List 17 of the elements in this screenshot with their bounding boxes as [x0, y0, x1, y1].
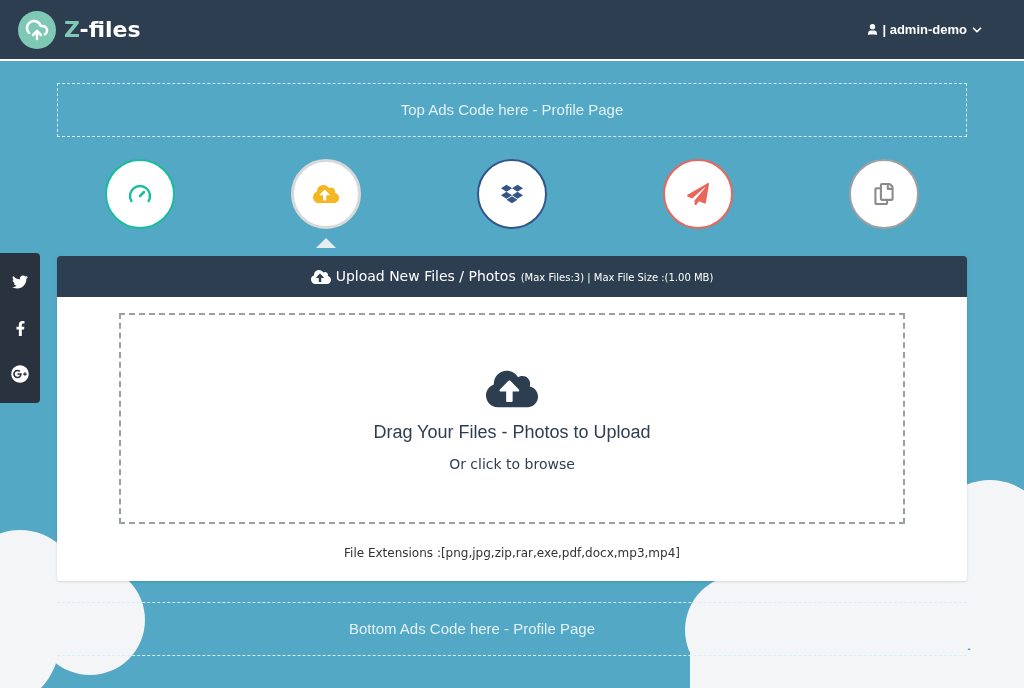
logo-text: Z-files — [64, 16, 141, 44]
upload-limits: (Max Files:3) | Max File Size :(1.00 MB) — [520, 271, 714, 285]
logo-icon — [18, 10, 56, 49]
twitter-icon — [12, 274, 28, 290]
dropbox-icon — [501, 183, 523, 205]
paper-plane-icon — [687, 183, 709, 205]
dropzone[interactable]: Drag Your Files - Photos to Upload Or click to browse — [119, 313, 905, 524]
panel-title: Upload New Files / Photos — [335, 267, 516, 286]
copy-icon — [873, 183, 895, 205]
file-extensions: File Extensions :[png,jpg,zip,rar,exe,pdf,docx,mp3,mp4] — [343, 545, 681, 562]
google-plus-icon — [11, 365, 29, 383]
ad-banner: Bottom Ads Code here - Profile Page — [57, 602, 967, 656]
dropzone-hint: Or click to browse — [449, 454, 575, 474]
user-menu[interactable]: | admin-demo — [866, 19, 984, 40]
dropzone-heading: Drag Your Files - Photos to Upload — [373, 420, 651, 444]
ad-banner: Top Ads Code here - Profile Page — [57, 83, 967, 137]
user-icon — [866, 23, 880, 36]
